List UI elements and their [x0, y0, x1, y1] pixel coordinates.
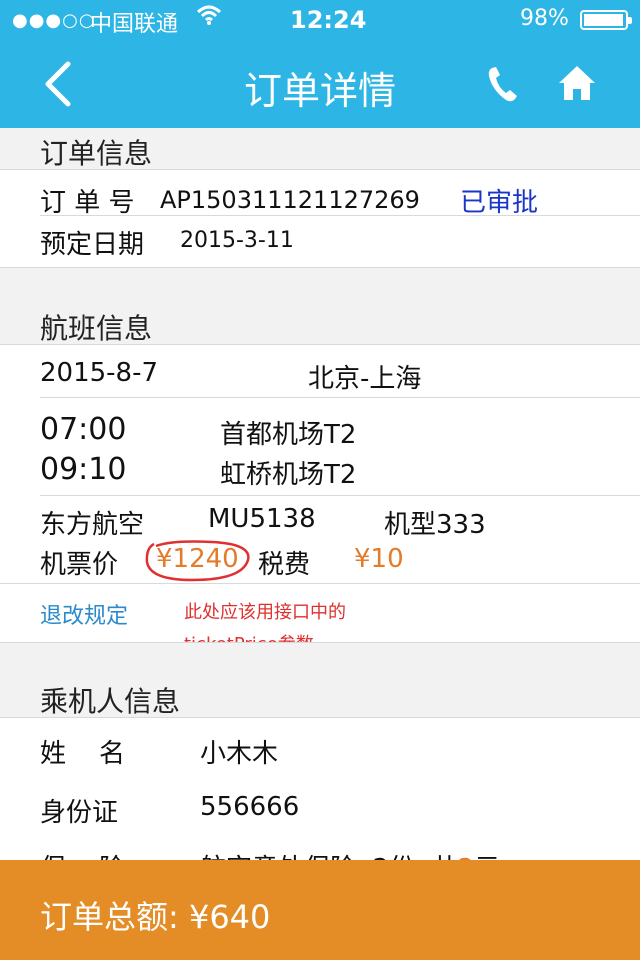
divider — [0, 583, 640, 584]
battery-icon — [580, 10, 632, 30]
battery-tip — [628, 17, 632, 24]
id-card-value: 556666 — [200, 792, 300, 822]
order-total: 订单总额: ¥640 — [40, 898, 271, 936]
battery-fill — [584, 14, 623, 26]
section-title: 订单信息 — [40, 137, 153, 170]
tax-value: ¥10 — [354, 544, 404, 574]
annotation-note-line-1: 此处应该用接口中的 — [184, 602, 346, 623]
section-gap — [0, 642, 640, 676]
departure-airport: 首都机场T2 — [220, 420, 357, 450]
passenger-info-header: 乘机人信息 — [0, 676, 640, 718]
status-bar: ●●●○○ 中国联通 12:24 98% — [0, 0, 640, 40]
flight-number: MU5138 — [208, 504, 316, 534]
arrival-time: 09:10 — [40, 452, 127, 487]
section-title: 航班信息 — [40, 312, 153, 345]
home-button[interactable] — [556, 62, 598, 104]
phone-icon — [488, 67, 517, 102]
tax-label: 税费 — [258, 550, 311, 580]
ticket-price-label: 机票价 — [40, 550, 119, 580]
section-gap — [0, 267, 640, 303]
order-number-label: 订 单 号 — [40, 188, 135, 218]
order-number-value: AP150311121127269 — [160, 186, 420, 214]
section-title: 乘机人信息 — [40, 685, 181, 718]
divider — [40, 495, 640, 496]
booking-date-value: 2015-3-11 — [180, 228, 294, 253]
id-card-label: 身份证 — [40, 798, 119, 828]
battery-percent: 98% — [520, 6, 569, 31]
page-title: 订单详情 — [243, 69, 396, 113]
aircraft-type: 机型333 — [384, 510, 486, 540]
annotation-circle — [145, 540, 250, 582]
departure-time: 07:00 — [40, 412, 127, 447]
order-total-bar: 订单总额: ¥640 — [0, 860, 640, 960]
arrival-airport: 虹桥机场T2 — [220, 460, 357, 490]
signal-strength-icon: ●●●○○ — [12, 10, 96, 31]
divider — [40, 397, 640, 398]
passenger-name-label: 姓 名 — [40, 739, 126, 769]
flight-info-header: 航班信息 — [0, 303, 640, 345]
booking-date-label: 预定日期 — [40, 230, 145, 260]
divider — [40, 215, 640, 216]
call-button[interactable] — [486, 64, 520, 104]
header: ●●●○○ 中国联通 12:24 98% 订单详情 — [0, 0, 640, 128]
refund-rules-link[interactable]: 退改规定 — [40, 598, 128, 630]
flight-date: 2015-8-7 — [40, 358, 159, 388]
carrier-label: 中国联通 — [90, 12, 179, 37]
wifi-icon — [196, 4, 222, 32]
clock: 12:24 — [290, 6, 367, 34]
order-info-header: 订单信息 — [0, 128, 640, 170]
home-icon — [559, 66, 595, 100]
airline-name: 东方航空 — [40, 510, 145, 540]
nav-bar: 订单详情 — [0, 40, 640, 128]
passenger-name-value: 小木木 — [200, 739, 279, 769]
order-status-badge: 已审批 — [460, 188, 539, 218]
flight-route: 北京-上海 — [308, 364, 422, 394]
